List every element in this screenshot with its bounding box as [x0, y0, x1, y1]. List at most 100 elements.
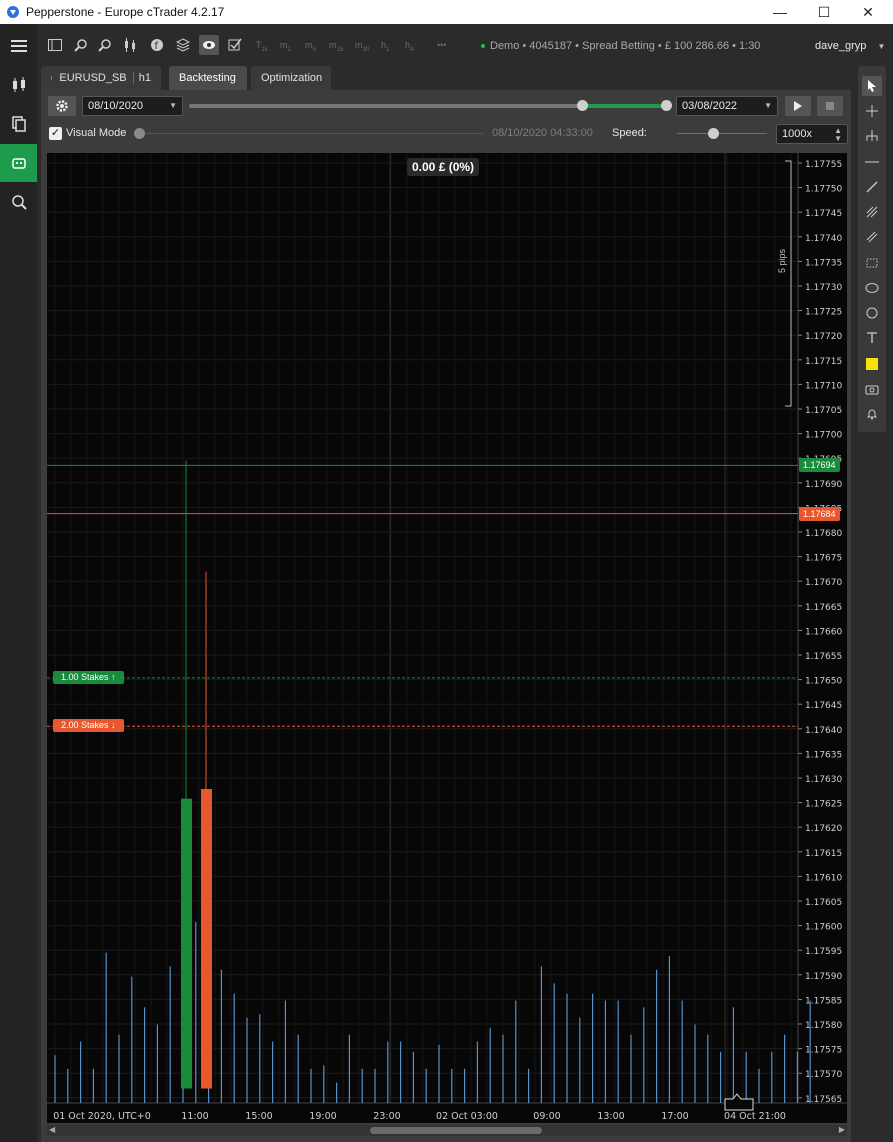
tab-optimization[interactable]: Optimization [251, 66, 331, 90]
tab-backtesting[interactable]: Backtesting [169, 66, 247, 90]
cursor-arrow-icon [868, 80, 876, 92]
color-tool[interactable] [862, 354, 882, 374]
maximize-button[interactable]: ☐ [801, 0, 847, 24]
y-axis-label: 1.17745 [805, 209, 842, 219]
minimize-button[interactable]: — [757, 0, 803, 24]
stop-button[interactable] [817, 96, 843, 116]
price-chart[interactable]: 1.17755 1.17750 1.17745 1.17740 1.17735 1.177… [47, 153, 847, 1123]
scroll-left-icon[interactable]: ◀ [49, 1125, 55, 1134]
left-sidebar [0, 24, 37, 1142]
fibonacci-icon [866, 206, 878, 218]
pointer-tool[interactable] [862, 76, 882, 96]
timeframe-m1[interactable]: m1 [280, 40, 291, 53]
analyze-nav-button[interactable] [0, 183, 37, 221]
visibility-button[interactable] [199, 35, 219, 55]
buy-position-tag[interactable]: 1.00 Stakes ↑ [53, 670, 124, 684]
y-axis-label: 1.17660 [805, 627, 842, 637]
automate-nav-button[interactable] [0, 144, 37, 182]
speed-select[interactable]: 1000x ▲ ▼ [776, 124, 848, 144]
candlestick-icon [125, 38, 135, 52]
timeframe-m15[interactable]: m15 [329, 40, 343, 53]
start-date-picker[interactable]: 08/10/2020 ▼ [82, 96, 183, 116]
progress-handle[interactable] [134, 128, 145, 139]
close-button[interactable]: ✕ [845, 0, 891, 24]
color-swatch-icon [866, 358, 878, 370]
chart-canvas[interactable]: 1.17755 1.17750 1.17745 1.17740 1.17735 1.177… [47, 153, 847, 1123]
timeframe-h4[interactable]: h4 [405, 40, 413, 53]
tab-backtesting-label: Backtesting [179, 72, 236, 84]
period-slider-range [582, 104, 667, 108]
scrollbar-thumb[interactable] [370, 1127, 542, 1134]
layout-button[interactable] [47, 37, 63, 53]
end-date-picker[interactable]: 03/08/2022 ▼ [676, 96, 778, 116]
channel-tool[interactable] [862, 227, 882, 247]
y-axis-label: 1.17630 [805, 775, 842, 785]
period-end-handle[interactable] [661, 100, 672, 111]
play-button[interactable] [785, 96, 811, 116]
svg-text:f: f [155, 41, 159, 52]
trade-nav-button[interactable] [0, 66, 37, 104]
current-time-marker [724, 1093, 754, 1111]
trend-line-tool[interactable] [862, 177, 882, 197]
username: dave_gryp [815, 40, 867, 52]
more-timeframes-button[interactable]: ••• [437, 40, 446, 50]
zoom-out-button[interactable] [97, 37, 113, 53]
y-axis-label: 1.17740 [805, 234, 842, 244]
fibonacci-tool[interactable] [862, 202, 882, 222]
y-axis-label: 1.17720 [805, 332, 842, 342]
minimize-icon: — [773, 4, 787, 20]
timeframe-m30[interactable]: m30 [355, 40, 369, 53]
horizontal-line-tool[interactable] [862, 152, 882, 172]
progress-track[interactable] [145, 133, 483, 134]
alert-tool[interactable] [862, 404, 882, 424]
chart-type-button[interactable] [123, 37, 139, 53]
channel-icon [866, 231, 878, 243]
timeframe-T1k[interactable]: T1k [256, 40, 268, 53]
tab-symbol[interactable]: EURUSD_SB h1 [41, 66, 161, 90]
ellipse-tool[interactable] [862, 278, 882, 298]
templates-button[interactable] [175, 37, 191, 53]
camera-icon [865, 385, 879, 395]
rectangle-tool[interactable] [862, 253, 882, 273]
zoom-in-button[interactable] [73, 37, 89, 53]
y-axis-label: 1.17610 [805, 873, 842, 883]
period-start-handle[interactable] [577, 100, 588, 111]
scroll-right-icon[interactable]: ▶ [839, 1125, 845, 1134]
settings-button[interactable] [48, 96, 76, 116]
crosshair-tool[interactable] [862, 101, 882, 121]
sell-position-tag[interactable]: 2.00 Stakes ↓ [53, 719, 124, 733]
chevron-down-icon: ▼ [877, 42, 886, 51]
bell-icon [866, 409, 878, 420]
objects-button[interactable] [227, 37, 243, 53]
circle-tool[interactable] [862, 303, 882, 323]
username-menu[interactable]: dave_gryp ▼ [815, 40, 885, 52]
copy-icon [11, 116, 26, 132]
text-tool[interactable] [862, 328, 882, 348]
ruler-icon [866, 130, 878, 141]
account-info[interactable]: Demo • 4045187 • Spread Betting • £ 100 … [481, 40, 760, 52]
y-axis-label: 1.17640 [805, 726, 842, 736]
timeframe-h1[interactable]: h1 [381, 40, 389, 53]
timeframe-m5[interactable]: m5 [305, 40, 316, 53]
y-axis-label: 1.17705 [805, 406, 842, 416]
horizontal-scrollbar[interactable]: ◀ ▶ [47, 1125, 847, 1136]
title-bar: Pepperstone - Europe cTrader 4.2.17 — ☐ … [0, 0, 893, 24]
text-t-icon [867, 332, 877, 343]
speed-slider-handle[interactable] [708, 128, 719, 139]
trend-line-icon [866, 181, 878, 193]
y-axis-label: 1.17715 [805, 357, 842, 367]
horizontal-line-icon [865, 161, 879, 163]
tab-timeframe-label: h1 [138, 72, 151, 84]
indicators-button[interactable]: f [149, 37, 165, 53]
y-axis-label: 1.17735 [805, 258, 842, 268]
screenshot-tool[interactable] [862, 379, 882, 399]
menu-button[interactable] [0, 27, 37, 65]
copy-nav-button[interactable] [0, 105, 37, 143]
y-axis-label: 1.17665 [805, 603, 842, 613]
measure-tool[interactable] [862, 126, 882, 146]
y-axis-label: 1.17625 [805, 800, 842, 810]
speed-slider-track[interactable] [677, 133, 767, 134]
start-date-value: 08/10/2020 [88, 100, 144, 112]
visual-mode-checkbox[interactable]: ✓ [49, 127, 62, 140]
zoom-in-icon [74, 39, 87, 52]
